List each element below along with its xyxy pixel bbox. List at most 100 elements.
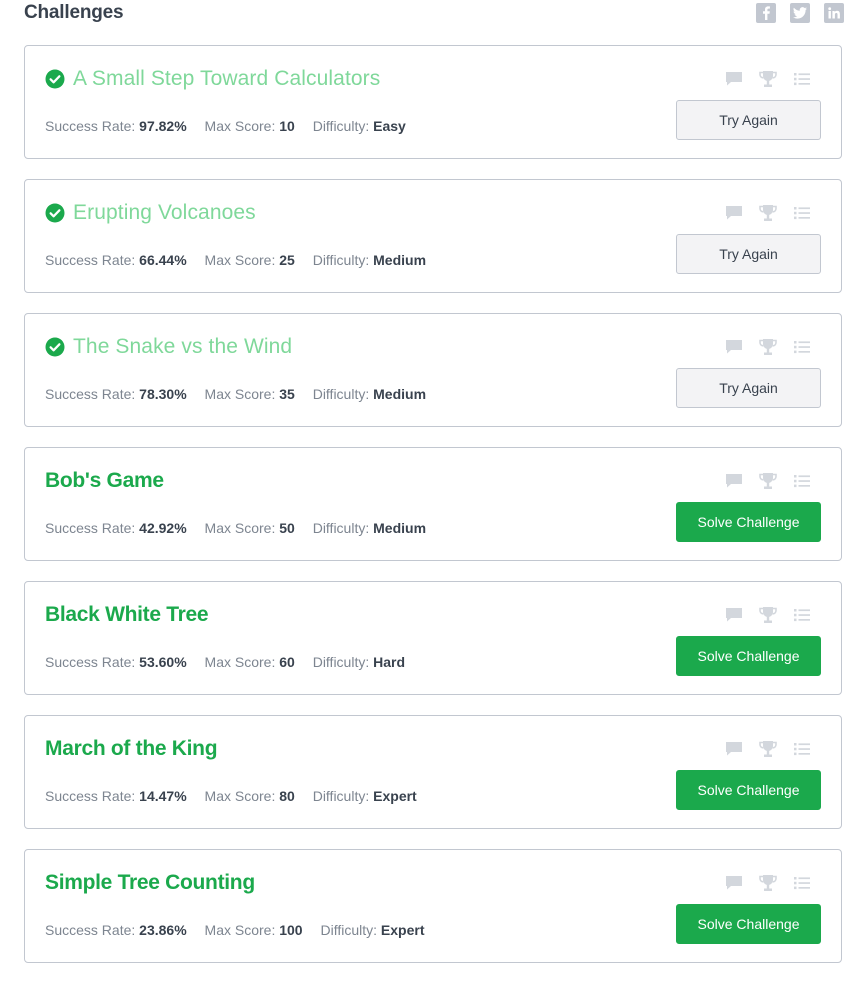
challenge-title[interactable]: Simple Tree Counting (45, 869, 255, 897)
challenge-actions (724, 740, 811, 758)
leaderboard-icon[interactable] (758, 70, 777, 88)
leaderboard-icon[interactable] (758, 740, 777, 758)
challenge-title[interactable]: A Small Step Toward Calculators (73, 65, 380, 93)
challenge-actions (724, 204, 811, 222)
leaderboard-icon[interactable] (758, 204, 777, 222)
max-score-value: 35 (279, 386, 295, 402)
difficulty-value: Medium (373, 386, 427, 402)
difficulty-label: Difficulty: (320, 922, 378, 938)
success-rate-value: 78.30% (139, 386, 187, 402)
linkedin-icon[interactable] (824, 3, 844, 23)
challenge-title-row: Erupting Volcanoes (45, 199, 256, 227)
page-header: Challenges (24, 0, 846, 28)
challenge-title[interactable]: The Snake vs the Wind (73, 333, 292, 361)
difficulty-label: Difficulty: (312, 252, 370, 268)
max-score-label: Max Score: (204, 788, 276, 804)
max-score-value: 10 (279, 118, 295, 134)
challenge-title[interactable]: March of the King (45, 735, 218, 763)
success-rate-value: 53.60% (139, 654, 187, 670)
solved-check-icon (45, 69, 65, 89)
challenge-title-row: A Small Step Toward Calculators (45, 65, 380, 93)
page-title: Challenges (24, 2, 124, 23)
challenge-actions (724, 70, 811, 88)
leaderboard-icon[interactable] (758, 472, 777, 490)
success-rate-value: 66.44% (139, 252, 187, 268)
leaderboard-icon[interactable] (758, 606, 777, 624)
max-score-label: Max Score: (204, 252, 276, 268)
try-again-button[interactable]: Try Again (676, 234, 821, 274)
challenge-title-row: Simple Tree Counting (45, 869, 255, 897)
try-again-button[interactable]: Try Again (676, 100, 821, 140)
discussion-icon[interactable] (724, 874, 743, 892)
submissions-icon[interactable] (792, 204, 811, 222)
success-rate-label: Success Rate: (45, 386, 136, 402)
solve-challenge-button[interactable]: Solve Challenge (676, 904, 821, 944)
challenge-meta: Success Rate: 78.30% Max Score: 35 Diffi… (45, 385, 440, 403)
max-score-label: Max Score: (204, 520, 276, 536)
try-again-button[interactable]: Try Again (676, 368, 821, 408)
max-score-label: Max Score: (204, 118, 276, 134)
success-rate-value: 14.47% (139, 788, 187, 804)
success-rate-label: Success Rate: (45, 788, 136, 804)
challenge-title[interactable]: Black White Tree (45, 601, 209, 629)
difficulty-label: Difficulty: (312, 654, 370, 670)
success-rate-label: Success Rate: (45, 654, 136, 670)
challenge-list: A Small Step Toward Calculators Success … (24, 45, 842, 983)
success-rate-label: Success Rate: (45, 118, 136, 134)
discussion-icon[interactable] (724, 740, 743, 758)
challenge-title[interactable]: Erupting Volcanoes (73, 199, 256, 227)
facebook-icon[interactable] (756, 3, 776, 23)
difficulty-label: Difficulty: (312, 118, 370, 134)
leaderboard-icon[interactable] (758, 874, 777, 892)
challenge-meta: Success Rate: 42.92% Max Score: 50 Diffi… (45, 519, 440, 537)
challenge-title-row: Bob's Game (45, 467, 164, 495)
challenge-card: The Snake vs the Wind Success Rate: 78.3… (24, 313, 842, 427)
submissions-icon[interactable] (792, 606, 811, 624)
challenge-meta: Success Rate: 23.86% Max Score: 100 Diff… (45, 921, 439, 939)
challenge-actions (724, 472, 811, 490)
difficulty-value: Medium (373, 520, 427, 536)
challenge-meta: Success Rate: 97.82% Max Score: 10 Diffi… (45, 117, 420, 135)
difficulty-label: Difficulty: (312, 386, 370, 402)
submissions-icon[interactable] (792, 70, 811, 88)
max-score-label: Max Score: (204, 654, 276, 670)
submissions-icon[interactable] (792, 740, 811, 758)
challenge-card: Black White Tree Success Rate: 53.60% Ma… (24, 581, 842, 695)
discussion-icon[interactable] (724, 472, 743, 490)
challenge-meta: Success Rate: 53.60% Max Score: 60 Diffi… (45, 653, 419, 671)
discussion-icon[interactable] (724, 204, 743, 222)
submissions-icon[interactable] (792, 472, 811, 490)
solve-challenge-button[interactable]: Solve Challenge (676, 636, 821, 676)
challenge-title-row: Black White Tree (45, 601, 209, 629)
challenge-card: Simple Tree Counting Success Rate: 23.86… (24, 849, 842, 963)
challenge-title[interactable]: Bob's Game (45, 467, 164, 495)
discussion-icon[interactable] (724, 606, 743, 624)
challenge-meta: Success Rate: 66.44% Max Score: 25 Diffi… (45, 251, 440, 269)
solve-challenge-button[interactable]: Solve Challenge (676, 502, 821, 542)
leaderboard-icon[interactable] (758, 338, 777, 356)
difficulty-value: Expert (380, 922, 425, 938)
max-score-value: 60 (279, 654, 295, 670)
submissions-icon[interactable] (792, 338, 811, 356)
challenge-card: Bob's Game Success Rate: 42.92% Max Scor… (24, 447, 842, 561)
difficulty-value: Expert (373, 788, 417, 804)
solved-check-icon (45, 337, 65, 357)
twitter-icon[interactable] (790, 3, 810, 23)
challenge-actions (724, 874, 811, 892)
success-rate-label: Success Rate: (45, 922, 136, 938)
challenge-title-row: March of the King (45, 735, 218, 763)
discussion-icon[interactable] (724, 338, 743, 356)
challenge-meta: Success Rate: 14.47% Max Score: 80 Diffi… (45, 787, 431, 805)
challenge-card: Erupting Volcanoes Success Rate: 66.44% … (24, 179, 842, 293)
discussion-icon[interactable] (724, 70, 743, 88)
challenge-actions (724, 606, 811, 624)
solved-check-icon (45, 203, 65, 223)
success-rate-value: 97.82% (139, 118, 187, 134)
max-score-value: 25 (279, 252, 295, 268)
submissions-icon[interactable] (792, 874, 811, 892)
success-rate-label: Success Rate: (45, 520, 136, 536)
challenge-title-row: The Snake vs the Wind (45, 333, 292, 361)
challenge-card: March of the King Success Rate: 14.47% M… (24, 715, 842, 829)
challenge-card: A Small Step Toward Calculators Success … (24, 45, 842, 159)
solve-challenge-button[interactable]: Solve Challenge (676, 770, 821, 810)
